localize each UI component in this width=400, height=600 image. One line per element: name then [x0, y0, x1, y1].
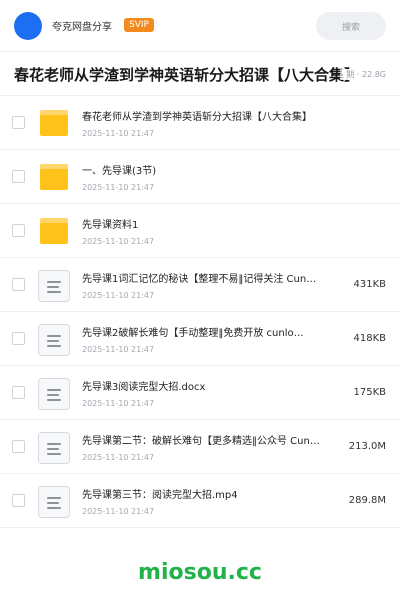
file-list: 春花老师从学渣到学神英语斩分大招课【八大合集】 2025-11-10 21:47… [0, 96, 400, 528]
file-date: 2025-11-10 21:47 [82, 453, 155, 462]
list-item[interactable]: 先导课1词汇记忆的秘诀【整理不易‖记得关注 Cun… 2025-11-10 21… [0, 258, 400, 312]
file-size: 418KB [353, 333, 386, 344]
svip-badge: SVIP [124, 18, 154, 32]
site-watermark: miosou.cc [138, 560, 262, 585]
share-meta: 期 · 22.8G [340, 69, 386, 80]
file-name: 先导课2破解长难句【手动整理‖免费开放 cunlo… [82, 328, 304, 339]
file-date: 2025-11-10 21:47 [82, 183, 155, 192]
file-size: 175KB [353, 387, 386, 398]
file-name: 先导课3阅读完型大招.docx [82, 382, 206, 393]
folder-icon [38, 216, 70, 246]
file-date: 2025-11-10 21:47 [82, 129, 155, 138]
file-date: 2025-11-10 21:47 [82, 507, 155, 516]
select-checkbox[interactable] [12, 278, 25, 291]
list-item[interactable]: 先导课3阅读完型大招.docx 2025-11-10 21:47 175KB [0, 366, 400, 420]
document-icon [38, 486, 70, 518]
file-name: 先导课资料1 [82, 220, 139, 231]
file-size: 431KB [353, 279, 386, 290]
list-item[interactable]: 春花老师从学渣到学神英语斩分大招课【八大合集】 2025-11-10 21:47 [0, 96, 400, 150]
page-title: 春花老师从学渣到学神英语斩分大招课【八大合集】 [14, 66, 360, 84]
document-icon [38, 432, 70, 464]
select-checkbox[interactable] [12, 494, 25, 507]
select-checkbox[interactable] [12, 116, 25, 129]
avatar[interactable] [14, 12, 42, 40]
document-icon [38, 270, 70, 302]
list-item[interactable]: 先导课第二节：破解长难句【更多精选‖公众号 Cun… 2025-11-10 21… [0, 420, 400, 474]
select-checkbox[interactable] [12, 386, 25, 399]
folder-icon [38, 162, 70, 192]
list-item[interactable]: 先导课2破解长难句【手动整理‖免费开放 cunlo… 2025-11-10 21… [0, 312, 400, 366]
select-checkbox[interactable] [12, 170, 25, 183]
folder-icon [38, 108, 70, 138]
document-icon [38, 324, 70, 356]
file-name: 春花老师从学渣到学神英语斩分大招课【八大合集】 [82, 112, 312, 123]
list-item[interactable]: 先导课第三节：阅读完型大招.mp4 2025-11-10 21:47 289.8… [0, 474, 400, 528]
file-date: 2025-11-10 21:47 [82, 237, 155, 246]
file-size: 213.0M [348, 441, 386, 452]
file-name: 先导课第三节：阅读完型大招.mp4 [82, 490, 238, 501]
file-date: 2025-11-10 21:47 [82, 399, 155, 408]
share-title-bar: 春花老师从学渣到学神英语斩分大招课【八大合集】 期 · 22.8G [0, 52, 400, 96]
search-button[interactable]: 搜索 [316, 12, 386, 40]
select-checkbox[interactable] [12, 224, 25, 237]
file-size: 289.8M [348, 495, 386, 506]
list-item[interactable]: 一、先导课(3节) 2025-11-10 21:47 [0, 150, 400, 204]
file-date: 2025-11-10 21:47 [82, 291, 155, 300]
file-date: 2025-11-10 21:47 [82, 345, 155, 354]
select-checkbox[interactable] [12, 440, 25, 453]
list-item[interactable]: 先导课资料1 2025-11-10 21:47 [0, 204, 400, 258]
share-header: 夸克网盘分享 SVIP 搜索 [0, 0, 400, 52]
file-name: 一、先导课(3节) [82, 166, 157, 177]
select-checkbox[interactable] [12, 332, 25, 345]
document-icon [38, 378, 70, 410]
share-name: 夸克网盘分享 [52, 22, 112, 33]
